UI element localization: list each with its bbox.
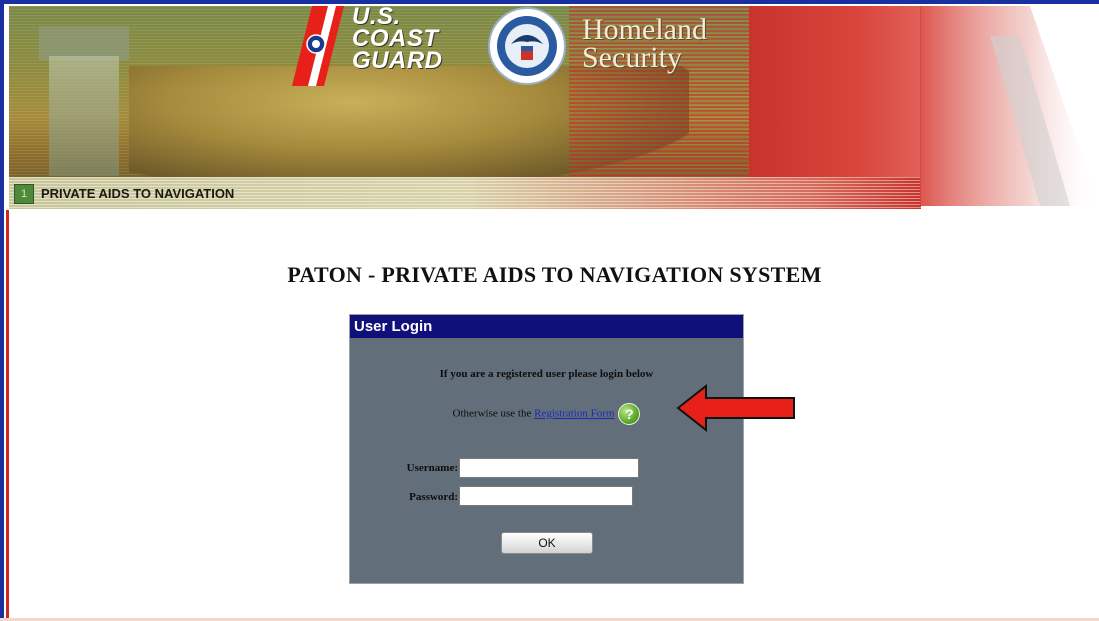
homeland-security-wordmark: Homeland Security [582,13,782,74]
password-input[interactable] [459,486,633,506]
dhs-seal-icon [488,7,566,85]
username-label: Username: [406,462,458,474]
login-panel: User Login If you are a registered user … [349,314,744,584]
coast-guard-line3: GUARD [352,47,443,74]
nav-bullet-number: 1 [20,188,28,200]
nav-label[interactable]: PRIVATE AIDS TO NAVIGATION [41,186,234,201]
lighthouse-roof [39,26,129,60]
page-title: PATON - PRIVATE AIDS TO NAVIGATION SYSTE… [287,262,822,287]
login-header: User Login [350,315,743,338]
registration-form-link[interactable]: Registration Form [534,408,614,420]
username-input[interactable] [459,458,639,478]
homeland-line1: Homeland [582,13,707,46]
help-icon[interactable]: ? [618,403,641,425]
registration-prefix: Otherwise use the [452,407,535,420]
lighthouse-image [49,56,119,176]
frame-left-border [0,0,4,621]
login-message: If you are a registered user please logi… [439,368,654,380]
homeland-line2: Security [582,41,682,74]
ok-button[interactable]: OK [501,532,593,554]
banner-fade-graphic [920,6,1099,206]
coast-guard-wordmark: U.S. COAST GUARD [352,5,482,74]
coast-guard-emblem-icon [292,6,344,86]
red-arrow-icon [676,384,795,432]
frame-top-border [0,0,1099,4]
nav-bullet: 1 [14,184,34,204]
password-label: Password: [409,491,458,503]
